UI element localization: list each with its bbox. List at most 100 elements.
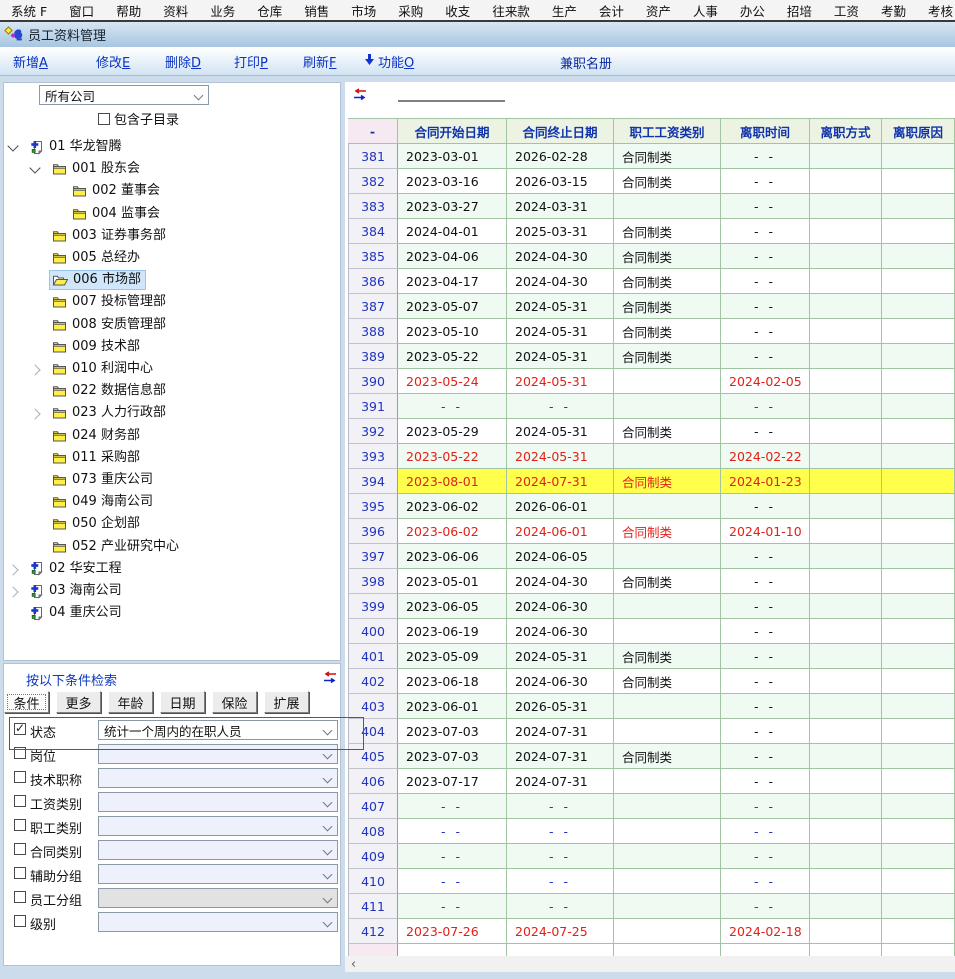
- tree-item[interactable]: 007 投标管理部: [4, 292, 340, 313]
- cell-leave-date[interactable]: - -: [721, 669, 810, 694]
- cell-wage-type[interactable]: [614, 694, 721, 719]
- filter-checkbox-unchecked[interactable]: [14, 915, 26, 927]
- cell-leave-reason[interactable]: [882, 669, 955, 694]
- cell-leave-way[interactable]: [810, 319, 882, 344]
- filter-checkbox-unchecked[interactable]: [14, 795, 26, 807]
- cell-contract-end[interactable]: 2024-06-30: [507, 669, 614, 694]
- cell-leave-way[interactable]: [810, 144, 882, 169]
- table-row[interactable]: 3932023-05-222024-05-312024-02-22: [348, 444, 955, 469]
- cell-contract-end[interactable]: 2026-03-15: [507, 169, 614, 194]
- cell-leave-date[interactable]: - -: [721, 869, 810, 894]
- cell-contract-start[interactable]: 2023-06-02: [398, 519, 507, 544]
- tree-item[interactable]: 009 技术部: [4, 337, 340, 358]
- table-row[interactable]: 3852023-04-062024-04-30合同制类- -: [348, 244, 955, 269]
- table-row[interactable]: 407- -- -- -: [348, 794, 955, 819]
- cell-contract-end[interactable]: - -: [507, 394, 614, 419]
- table-row[interactable]: 3982023-05-012024-04-30合同制类- -: [348, 569, 955, 594]
- cell-leave-reason[interactable]: [882, 694, 955, 719]
- tree-item[interactable]: 001 股东会: [4, 159, 340, 180]
- cell-leave-reason[interactable]: [882, 369, 955, 394]
- cell-leave-way[interactable]: [810, 394, 882, 419]
- tree-node[interactable]: 001 股东会: [50, 160, 144, 178]
- cell-contract-start[interactable]: 2023-07-17: [398, 769, 507, 794]
- cell-leave-way[interactable]: [810, 544, 882, 569]
- cell-wage-type[interactable]: 合同制类: [614, 244, 721, 269]
- column-header[interactable]: 离职方式: [810, 118, 882, 144]
- cell-wage-type[interactable]: [614, 919, 721, 944]
- table-row[interactable]: 4052023-07-032024-07-31合同制类- -: [348, 744, 955, 769]
- cell-contract-start[interactable]: 2023-05-10: [398, 319, 507, 344]
- cell-wage-type[interactable]: [614, 769, 721, 794]
- cell-leave-reason[interactable]: [882, 569, 955, 594]
- cell-leave-way[interactable]: [810, 894, 882, 919]
- table-row[interactable]: 3862023-04-172024-04-30合同制类- -: [348, 269, 955, 294]
- cell-leave-way[interactable]: [810, 794, 882, 819]
- cell-wage-type[interactable]: 合同制类: [614, 344, 721, 369]
- menu-item[interactable]: 办公: [729, 1, 776, 20]
- filter-checkbox-unchecked[interactable]: [14, 843, 26, 855]
- expand-arrow-icon[interactable]: [7, 564, 18, 575]
- cell-leave-way[interactable]: [810, 294, 882, 319]
- tree-item[interactable]: 02 华安工程: [4, 559, 340, 580]
- row-number-cell[interactable]: 395: [348, 494, 398, 519]
- cell-leave-way[interactable]: [810, 344, 882, 369]
- filter-select[interactable]: [98, 864, 338, 884]
- cell-contract-end[interactable]: 2024-03-31: [507, 194, 614, 219]
- filter-tab-other[interactable]: 更多: [56, 691, 101, 713]
- cell-leave-reason[interactable]: [882, 219, 955, 244]
- menu-item[interactable]: 生产: [541, 1, 588, 20]
- cell-contract-start[interactable]: 2023-06-01: [398, 694, 507, 719]
- tree-node[interactable]: 004 监事会: [70, 205, 164, 223]
- tree-node[interactable]: 052 产业研究中心: [50, 538, 183, 556]
- tree-node[interactable]: 008 安质管理部: [50, 316, 170, 334]
- include-subdir-checkbox[interactable]: [98, 113, 110, 125]
- tree-item[interactable]: 03 海南公司: [4, 581, 340, 602]
- row-number-cell[interactable]: 397: [348, 544, 398, 569]
- cell-wage-type[interactable]: 合同制类: [614, 419, 721, 444]
- cell-leave-reason[interactable]: [882, 844, 955, 869]
- column-header[interactable]: 离职原因: [882, 118, 955, 144]
- cell-contract-start[interactable]: - -: [398, 869, 507, 894]
- toolbar-button-a[interactable]: 新增A: [13, 52, 48, 71]
- horizontal-scrollbar[interactable]: ‹: [345, 956, 955, 972]
- table-row[interactable]: 4012023-05-092024-05-31合同制类- -: [348, 644, 955, 669]
- tree-node[interactable]: 073 重庆公司: [50, 471, 157, 489]
- cell-leave-reason[interactable]: [882, 544, 955, 569]
- row-number-cell[interactable]: 398: [348, 569, 398, 594]
- tree-node[interactable]: 02 华安工程: [28, 560, 126, 578]
- tree-node[interactable]: 011 采购部: [50, 449, 144, 467]
- cell-leave-date[interactable]: - -: [721, 494, 810, 519]
- cell-leave-date[interactable]: - -: [721, 619, 810, 644]
- tree-node[interactable]: 006 市场部: [50, 271, 145, 289]
- table-row[interactable]: 3902023-05-242024-05-312024-02-05: [348, 369, 955, 394]
- toolbar-button-f[interactable]: 刷新F: [303, 52, 337, 71]
- cell-leave-reason[interactable]: [882, 869, 955, 894]
- tree-item[interactable]: 073 重庆公司: [4, 470, 340, 491]
- cell-wage-type[interactable]: [614, 444, 721, 469]
- cell-contract-end[interactable]: - -: [507, 844, 614, 869]
- cell-wage-type[interactable]: [614, 594, 721, 619]
- cell-wage-type[interactable]: [614, 794, 721, 819]
- tree-node[interactable]: 023 人力行政部: [50, 404, 170, 422]
- menu-item[interactable]: 工资: [823, 1, 870, 20]
- cell-wage-type[interactable]: 合同制类: [614, 294, 721, 319]
- menu-item[interactable]: 业务: [199, 1, 246, 20]
- cell-contract-end[interactable]: - -: [507, 869, 614, 894]
- cell-wage-type[interactable]: [614, 369, 721, 394]
- cell-contract-end[interactable]: 2024-07-31: [507, 719, 614, 744]
- expand-arrow-icon[interactable]: [7, 586, 18, 597]
- table-row[interactable]: 409- -- -- -: [348, 844, 955, 869]
- tree-node[interactable]: 003 证券事务部: [50, 227, 170, 245]
- menu-item[interactable]: 会计: [588, 1, 635, 20]
- cell-leave-date[interactable]: 2024-01-10: [721, 519, 810, 544]
- cell-leave-reason[interactable]: [882, 719, 955, 744]
- cell-leave-date[interactable]: - -: [721, 819, 810, 844]
- row-number-cell[interactable]: 387: [348, 294, 398, 319]
- cell-contract-start[interactable]: 2023-07-03: [398, 744, 507, 769]
- cell-leave-date[interactable]: - -: [721, 744, 810, 769]
- row-number-cell[interactable]: 409: [348, 844, 398, 869]
- tree-node[interactable]: 009 技术部: [50, 338, 144, 356]
- filter-checkbox-checked[interactable]: [14, 723, 26, 735]
- cell-wage-type[interactable]: 合同制类: [614, 744, 721, 769]
- expand-arrow-icon[interactable]: [29, 409, 40, 420]
